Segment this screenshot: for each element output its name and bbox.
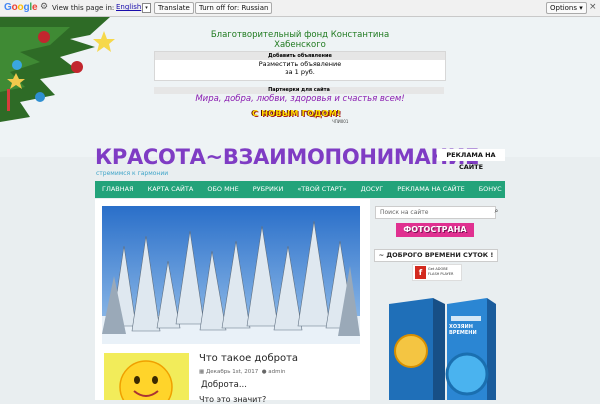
turn-off-button[interactable]: Turn off for: Russian <box>195 2 273 14</box>
post-author[interactable]: admin <box>268 369 285 375</box>
flash-text-1: Get ADOBE <box>428 267 448 271</box>
product-title: ХОЗЯИН ВРЕМЕНИ <box>449 324 477 336</box>
site-header: Благотворительный фонд Константина Хабен… <box>0 17 600 157</box>
flash-player-badge[interactable]: f Get ADOBE FLASH PLAYER <box>412 264 462 281</box>
add-ad-line2: за 1 руб. <box>285 68 315 76</box>
nav-item-start[interactable]: «ТВОЙ СТАРТ» <box>290 181 353 198</box>
advertise-button[interactable]: РЕКЛАМА НА САЙТЕ <box>437 149 505 171</box>
christmas-tree-decoration-icon <box>0 17 115 122</box>
site-title[interactable]: КРАСОТА~ВЗАИМОПОНИМАНИЕ <box>95 145 479 169</box>
flash-icon: f <box>415 266 426 279</box>
fotostrana-banner[interactable]: ФОТОСТРАНА <box>396 223 474 237</box>
new-year-caption: ЧПИ001 <box>332 119 349 124</box>
translate-bar: Google ⚙ View this page in: English ▾ Tr… <box>0 0 600 17</box>
sun-face-icon <box>119 360 173 404</box>
add-ad-line1: Разместить объявление <box>258 60 342 68</box>
main-nav: ГЛАВНАЯ КАРТА САЙТА ОБО МНЕ РУБРИКИ «ТВО… <box>95 181 505 198</box>
flash-text-2: FLASH PLAYER <box>428 272 454 276</box>
language-select[interactable]: English <box>116 3 141 11</box>
add-ad-heading: Добавить объявление <box>155 52 445 60</box>
greeting-banner: ~ ДОБРОГО ВРЕМЕНИ СУТОК ! ~ <box>374 249 498 270</box>
nav-item-about[interactable]: ОБО МНЕ <box>200 181 245 198</box>
nav-item-home[interactable]: ГЛАВНАЯ <box>95 181 141 198</box>
user-icon: ● <box>261 369 267 375</box>
post-meta: ▦ Декабрь 1st, 2017 ● admin <box>199 369 286 375</box>
site-tagline: стремимся к гармонии <box>96 170 169 177</box>
winter-forest-image[interactable] <box>102 206 360 344</box>
wish-text: Мира, добра, любви, здоровья и счастья в… <box>195 94 405 104</box>
new-year-banner: С НОВЫМ ГОДОМ! <box>252 109 341 118</box>
nav-item-categories[interactable]: РУБРИКИ <box>246 181 291 198</box>
smiling-sun-image[interactable] <box>104 353 189 404</box>
translate-button[interactable]: Translate <box>154 2 194 14</box>
close-icon[interactable]: × <box>589 2 597 12</box>
sidebar: Поиск на сайте ⌕ ФОТОСТРАНА ~ ДОБРОГО ВР… <box>371 199 505 400</box>
nav-item-advertising[interactable]: РЕКЛАМА НА САЙТЕ <box>390 181 471 198</box>
google-logo: Google <box>4 2 38 13</box>
charity-fund-link[interactable]: Благотворительный фонд Константина Хабен… <box>186 30 414 50</box>
partners-bar[interactable]: Партнерки для сайта <box>154 87 444 94</box>
gear-icon[interactable]: ⚙ <box>40 2 48 12</box>
main-content: Что такое доброта ▦ Декабрь 1st, 2017 ● … <box>95 199 370 404</box>
add-ad-box[interactable]: Добавить объявление Разместить объявлени… <box>154 51 446 81</box>
nav-item-leisure[interactable]: ДОСУГ <box>354 181 391 198</box>
post-title[interactable]: Что такое доброта <box>199 353 298 364</box>
search-icon[interactable]: ⌕ <box>492 206 501 217</box>
options-button[interactable]: Options ▾ <box>546 2 587 14</box>
post-date: Декабрь 1st, 2017 <box>205 369 259 375</box>
nav-item-bonus[interactable]: БОНУС <box>472 181 509 198</box>
nav-item-sitemap[interactable]: КАРТА САЙТА <box>141 181 201 198</box>
chevron-down-icon[interactable]: ▾ <box>142 3 151 13</box>
search-input[interactable]: Поиск на сайте <box>375 206 496 219</box>
calendar-icon: ▦ <box>199 369 205 375</box>
view-label: View this page in: <box>52 4 115 12</box>
product-box-image <box>389 298 496 400</box>
product-box-ad[interactable]: ХОЗЯИН ВРЕМЕНИ <box>381 296 496 400</box>
post-excerpt: Доброта... <box>201 380 247 390</box>
